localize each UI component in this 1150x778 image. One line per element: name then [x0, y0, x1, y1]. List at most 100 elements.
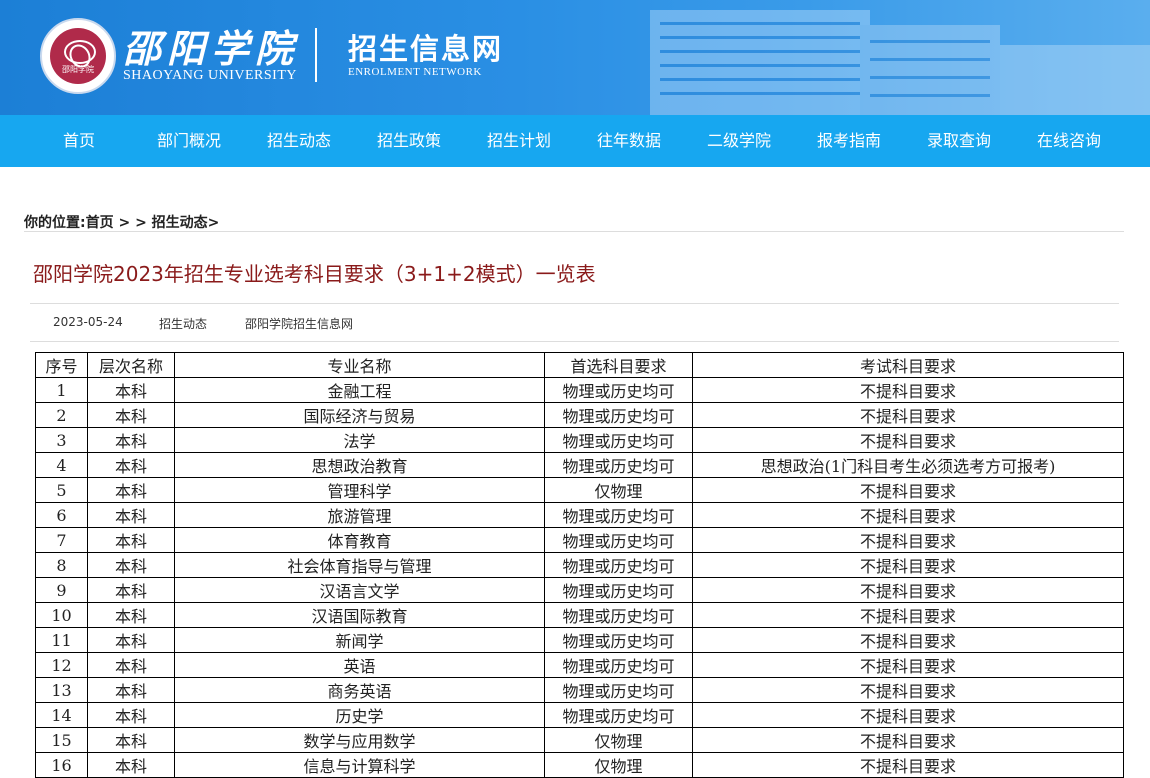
table-cell: 13 — [35, 677, 88, 703]
table-row: 10 本科 汉语国际教育 物理或历史均可 不提科目要求 — [35, 602, 1124, 628]
table-cell: 4 — [35, 452, 88, 478]
main-nav: 首页 部门概况 招生动态 招生政策 招生计划 往年数据 二级学院 报考指南 录取… — [0, 115, 1150, 167]
site-header: 邵阳学院 邵阳学院 SHAOYANG UNIVERSITY 招生信息网 ENRO… — [0, 0, 1150, 115]
nav-item-departments[interactable]: 部门概况 — [134, 115, 244, 167]
table-cell: 3 — [35, 427, 88, 453]
nav-item-home[interactable]: 首页 — [24, 115, 134, 167]
logo-script-text: 邵阳学院 — [62, 65, 94, 74]
table-row: 4 本科 思想政治教育 物理或历史均可 思想政治(1门科目考生必须选考方可报考) — [35, 452, 1124, 478]
table-row: 8 本科 社会体育指导与管理 物理或历史均可 不提科目要求 — [35, 552, 1124, 578]
table-cell: 不提科目要求 — [692, 727, 1124, 753]
table-cell: 物理或历史均可 — [544, 377, 693, 403]
nav-item-news[interactable]: 招生动态 — [244, 115, 354, 167]
table-cell: 英语 — [174, 652, 545, 678]
table-cell: 不提科目要求 — [692, 677, 1124, 703]
table-cell: 本科 — [87, 752, 175, 778]
table-cell: 仅物理 — [544, 727, 693, 753]
column-header: 首选科目要求 — [544, 352, 693, 378]
table-cell: 本科 — [87, 377, 175, 403]
table-cell: 物理或历史均可 — [544, 702, 693, 728]
table-cell: 14 — [35, 702, 88, 728]
university-name-en: SHAOYANG UNIVERSITY — [123, 68, 297, 83]
nav-item-guide[interactable]: 报考指南 — [794, 115, 904, 167]
table-row: 14 本科 历史学 物理或历史均可 不提科目要求 — [35, 702, 1124, 728]
table-cell: 不提科目要求 — [692, 402, 1124, 428]
table-cell: 不提科目要求 — [692, 502, 1124, 528]
table-cell: 国际经济与贸易 — [174, 402, 545, 428]
table-cell: 不提科目要求 — [692, 527, 1124, 553]
table-cell: 物理或历史均可 — [544, 552, 693, 578]
table-cell: 旅游管理 — [174, 502, 545, 528]
table-cell: 物理或历史均可 — [544, 577, 693, 603]
table-body: 1 本科 金融工程 物理或历史均可 不提科目要求 2 本科 国际经济与贸易 物理或历史均可 不提科… — [35, 377, 1124, 778]
table-cell: 管理科学 — [174, 477, 545, 503]
nav-item-plan[interactable]: 招生计划 — [464, 115, 574, 167]
logo-emblem: 邵阳学院 — [50, 28, 106, 84]
table-row: 15 本科 数学与应用数学 仅物理 不提科目要求 — [35, 727, 1124, 753]
table-cell: 12 — [35, 652, 88, 678]
table-cell: 7 — [35, 527, 88, 553]
table-cell: 法学 — [174, 427, 545, 453]
nav-item-past-data[interactable]: 往年数据 — [574, 115, 684, 167]
article-source: 邵阳学院招生信息网 — [245, 317, 354, 331]
table-cell: 1 — [35, 377, 88, 403]
table-cell: 本科 — [87, 627, 175, 653]
table-cell: 本科 — [87, 527, 175, 553]
article-category[interactable]: 招生动态 — [159, 315, 207, 332]
table-cell: 本科 — [87, 677, 175, 703]
table-cell: 本科 — [87, 652, 175, 678]
table-cell: 物理或历史均可 — [544, 427, 693, 453]
table-cell: 15 — [35, 727, 88, 753]
breadcrumb-divider — [24, 231, 1124, 232]
column-header: 专业名称 — [174, 352, 545, 378]
table-cell: 不提科目要求 — [692, 702, 1124, 728]
table-cell: 汉语国际教育 — [174, 602, 545, 628]
nav-item-colleges[interactable]: 二级学院 — [684, 115, 794, 167]
table-cell: 不提科目要求 — [692, 477, 1124, 503]
table-cell: 9 — [35, 577, 88, 603]
table-cell: 物理或历史均可 — [544, 502, 693, 528]
table-cell: 6 — [35, 502, 88, 528]
table-row: 16 本科 信息与计算科学 仅物理 不提科目要求 — [35, 752, 1124, 778]
table-cell: 数学与应用数学 — [174, 727, 545, 753]
table-cell: 新闻学 — [174, 627, 545, 653]
table-row: 1 本科 金融工程 物理或历史均可 不提科目要求 — [35, 377, 1124, 403]
table-row: 6 本科 旅游管理 物理或历史均可 不提科目要求 — [35, 502, 1124, 528]
table-cell: 5 — [35, 477, 88, 503]
meta-divider-bottom — [30, 341, 1119, 342]
table-cell: 仅物理 — [544, 477, 693, 503]
table-row: 3 本科 法学 物理或历史均可 不提科目要求 — [35, 427, 1124, 453]
table-cell: 不提科目要求 — [692, 552, 1124, 578]
site-name-cn: 招生信息网 — [348, 32, 504, 66]
table-cell: 物理或历史均可 — [544, 652, 693, 678]
table-row: 2 本科 国际经济与贸易 物理或历史均可 不提科目要求 — [35, 402, 1124, 428]
subject-requirements-table: 序号 层次名称 专业名称 首选科目要求 考试科目要求 1 本科 金融工程 物理或历史均… — [35, 352, 1124, 778]
table-cell: 不提科目要求 — [692, 752, 1124, 778]
table-cell: 不提科目要求 — [692, 602, 1124, 628]
article-title: 邵阳学院2023年招生专业选考科目要求（3+1+2模式）一览表 — [33, 262, 596, 286]
column-header: 层次名称 — [87, 352, 175, 378]
table-cell: 信息与计算科学 — [174, 752, 545, 778]
table-cell: 思想政治(1门科目考生必须选考方可报考) — [692, 452, 1124, 478]
table-cell: 不提科目要求 — [692, 652, 1124, 678]
table-cell: 本科 — [87, 702, 175, 728]
university-logo[interactable]: 邵阳学院 — [40, 18, 116, 94]
table-row: 5 本科 管理科学 仅物理 不提科目要求 — [35, 477, 1124, 503]
column-header: 考试科目要求 — [692, 352, 1124, 378]
nav-item-policy[interactable]: 招生政策 — [354, 115, 464, 167]
table-cell: 历史学 — [174, 702, 545, 728]
table-cell: 本科 — [87, 402, 175, 428]
nav-item-admission-query[interactable]: 录取查询 — [904, 115, 1014, 167]
nav-item-consult[interactable]: 在线咨询 — [1014, 115, 1124, 167]
table-cell: 8 — [35, 552, 88, 578]
table-row: 13 本科 商务英语 物理或历史均可 不提科目要求 — [35, 677, 1124, 703]
table-cell: 物理或历史均可 — [544, 677, 693, 703]
site-name-en: ENROLMENT NETWORK — [348, 66, 482, 78]
breadcrumb[interactable]: 你的位置:首页 > > 招生动态> — [24, 212, 219, 232]
table-header-row: 序号 层次名称 专业名称 首选科目要求 考试科目要求 — [35, 352, 1124, 378]
meta-divider-top — [30, 303, 1119, 304]
table-cell: 本科 — [87, 452, 175, 478]
table-cell: 商务英语 — [174, 677, 545, 703]
table-cell: 16 — [35, 752, 88, 778]
table-cell: 物理或历史均可 — [544, 527, 693, 553]
